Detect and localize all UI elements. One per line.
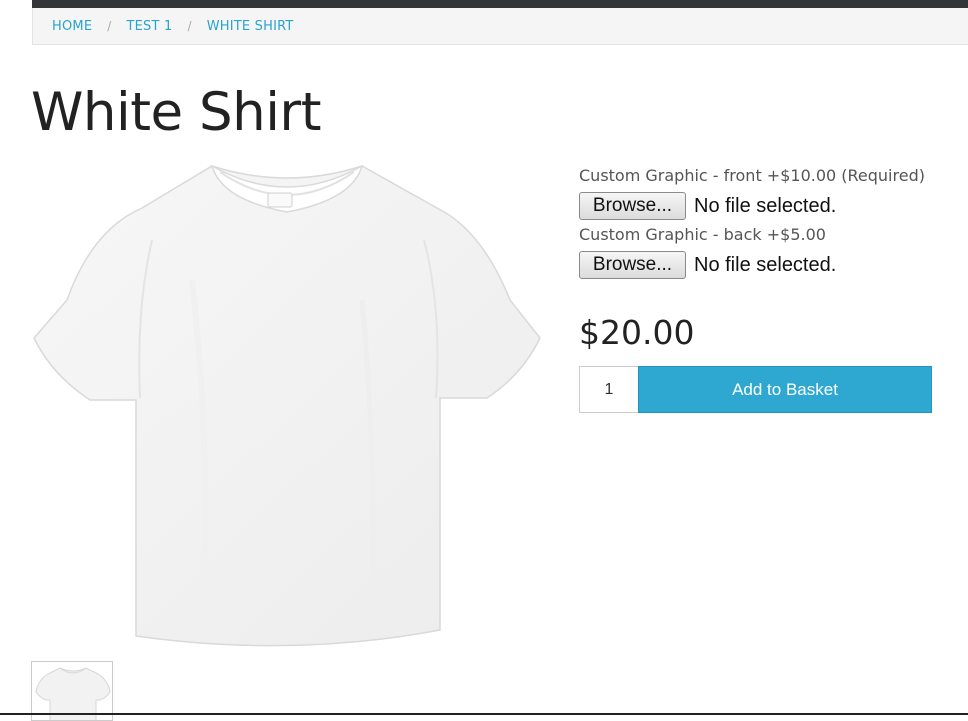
product-thumbnail[interactable] — [31, 661, 113, 721]
browse-button-back[interactable]: Browse... — [579, 251, 686, 279]
browse-button-front[interactable]: Browse... — [579, 192, 686, 220]
file-status-back: No file selected. — [694, 253, 837, 276]
option-label-back: Custom Graphic - back +$5.00 — [579, 225, 826, 244]
top-bar — [32, 0, 968, 8]
breadcrumb: HOME / TEST 1 / WHITE SHIRT — [32, 8, 968, 45]
add-to-basket-button[interactable]: Add to Basket — [638, 366, 932, 413]
file-upload-back: Browse... No file selected. — [579, 249, 939, 281]
breadcrumb-home-link[interactable]: HOME — [52, 19, 92, 34]
product-image[interactable] — [32, 160, 542, 652]
product-options: Custom Graphic - front +$10.00 (Required… — [579, 163, 939, 281]
breadcrumb-category-link[interactable]: TEST 1 — [127, 19, 173, 34]
page-title: White Shirt — [31, 82, 322, 143]
add-to-basket-form: Add to Basket — [579, 366, 932, 413]
breadcrumb-current-link[interactable]: WHITE SHIRT — [207, 19, 294, 34]
breadcrumb-separator: / — [107, 19, 112, 33]
option-label-front: Custom Graphic - front +$10.00 (Required… — [579, 166, 925, 185]
breadcrumb-separator: / — [187, 19, 192, 33]
quantity-input[interactable] — [579, 366, 638, 413]
file-upload-front: Browse... No file selected. — [579, 190, 939, 222]
file-status-front: No file selected. — [694, 194, 837, 217]
product-price: $20.00 — [579, 313, 695, 352]
